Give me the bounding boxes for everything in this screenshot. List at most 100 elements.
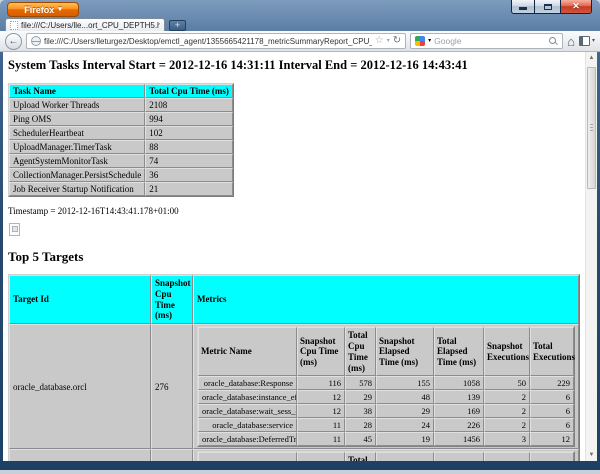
target-row: oracle_database.orcl 276 Metric Name Snapsh… <box>9 324 579 450</box>
metric-cell: 6 <box>530 390 574 405</box>
metrics-column-header: Snapshot Executions <box>484 327 530 377</box>
minimize-button[interactable] <box>511 0 535 14</box>
metric-cell: oracle_database:DeferredTrans <box>198 432 297 447</box>
system-tasks-table: Task Name Total Cpu Time (ms) Upload Work… <box>8 83 234 197</box>
task-cell: UploadManager.TimerTask <box>9 140 146 154</box>
metric-cell: 50 <box>484 376 530 391</box>
chevron-down-icon: ▾ <box>58 6 62 13</box>
url-bar[interactable]: ☆ ▾ ↻ <box>26 33 407 49</box>
top-targets-heading: Top 5 Targets <box>8 249 84 264</box>
metric-row: oracle_database:DeferredTrans11451914563… <box>198 432 574 447</box>
metric-row: oracle_database:wait_sess_cls 12 38 29 169 2 6 <box>198 404 574 419</box>
metrics-column-header: Total Elapsed Time (ms) <box>434 452 484 461</box>
scrollbar-grip-icon <box>590 124 593 131</box>
metrics-column-header: Total Cpu Time (ms) <box>345 327 376 377</box>
firefox-menu-button[interactable]: Firefox ▾ <box>7 2 79 17</box>
metric-row: oracle_database:Response 116 578 155 1058 50 2… <box>198 376 574 391</box>
search-icon[interactable] <box>548 36 558 46</box>
table-row: CollectionManager.PersistSchedule 36 <box>9 168 233 182</box>
bookmarks-panel-button[interactable]: ▾ <box>578 36 595 46</box>
scroll-down-icon[interactable]: ▼ <box>586 452 597 458</box>
task-cell: Job Receiver Startup Notification <box>9 182 146 196</box>
task-cell: 88 <box>145 140 233 154</box>
metric-cell: 12 <box>530 432 574 447</box>
metrics-table: Metric NameSnapshot Cpu Time (ms)Total C… <box>197 326 575 448</box>
metrics-column-header: Snapshot Cpu Time (ms) <box>297 452 345 461</box>
metric-cell: 11 <box>297 418 345 433</box>
site-identity-globe-icon <box>31 36 41 46</box>
system-tasks-heading: System Tasks Interval Start = 2012-12-16… <box>8 58 468 72</box>
broken-image-icon <box>9 223 20 236</box>
task-cell: 2108 <box>145 98 233 112</box>
scroll-up-icon[interactable]: ▲ <box>586 55 597 61</box>
top-targets-table: Target Id Snapshot Cpu Time (ms) Metrics o… <box>8 274 580 461</box>
bookmark-star-icon[interactable]: ☆ <box>375 36 384 46</box>
metric-cell: 578 <box>345 376 376 391</box>
url-dropdown-icon[interactable]: ▾ <box>387 38 390 44</box>
metric-cell: 6 <box>530 404 574 419</box>
task-cell: 102 <box>145 126 233 140</box>
navigation-toolbar: ← ☆ ▾ ↻ ▾ ⌂ ▾ <box>0 31 600 52</box>
scrollbar-thumb[interactable] <box>587 67 596 189</box>
metrics-column-header: Total Cpu Time (ms) <box>345 452 376 461</box>
table-row: Upload Worker Threads 2108 <box>9 98 233 112</box>
metric-cell: 1058 <box>434 376 484 391</box>
metric-row: oracle_database:service 11 28 24 226 2 6 <box>198 418 574 433</box>
target-metrics-cell: Metric NameSnapshot Cpu Time (ms)Total C… <box>193 449 579 461</box>
metrics-column-header: Total Elapsed Time (ms) <box>434 327 484 377</box>
metrics-column-header: Snapshot Executions <box>484 452 530 461</box>
search-bar[interactable]: ▾ <box>410 33 564 49</box>
window-controls: ✕ <box>511 0 592 14</box>
metrics-header-row: Metric NameSnapshot Cpu Time (ms)Total C… <box>198 327 575 377</box>
metric-cell: 169 <box>434 404 484 419</box>
home-button[interactable]: ⌂ <box>567 35 575 48</box>
target-snapshot-cpu-cell: 257 <box>151 449 193 461</box>
task-cell: SchedulerHeartbeat <box>9 126 146 140</box>
minimize-icon <box>519 6 527 10</box>
back-button[interactable]: ← <box>5 32 22 50</box>
metric-cell: 6 <box>530 418 574 433</box>
table-row: SchedulerHeartbeat 102 <box>9 126 233 140</box>
search-input[interactable] <box>434 36 546 46</box>
close-button[interactable]: ✕ <box>560 0 592 14</box>
metric-cell: 226 <box>434 418 484 433</box>
browser-tab[interactable]: file:///C:/Users/lle...ort_CPU_DEPTH5.ht… <box>5 18 165 31</box>
metric-cell: 3 <box>484 432 530 447</box>
task-cell: Upload Worker Threads <box>9 98 146 112</box>
page-favicon-icon <box>10 20 18 30</box>
url-input[interactable] <box>44 36 372 46</box>
metric-cell: oracle_database:Response <box>198 376 297 391</box>
table-row: AgentSystemMonitorTask 74 <box>9 154 233 168</box>
metrics-header-row: Metric NameSnapshot Cpu Time (ms)Total C… <box>198 452 574 461</box>
metric-cell: 45 <box>345 432 376 447</box>
metric-cell: 24 <box>376 418 434 433</box>
metric-cell: 29 <box>376 404 434 419</box>
task-cell: CollectionManager.PersistSchedule <box>9 168 146 182</box>
metric-cell: 155 <box>376 376 434 391</box>
maximize-button[interactable] <box>535 0 560 14</box>
task-cell: Ping OMS <box>9 112 146 126</box>
task-cell: 74 <box>145 154 233 168</box>
table-row: Ping OMS 994 <box>9 112 233 126</box>
metrics-column-header: Snapshot Elapsed Time (ms) <box>376 327 434 377</box>
window-bottom-edge <box>0 470 600 474</box>
search-engine-dropdown-icon[interactable]: ▾ <box>428 38 431 44</box>
metrics-column-header: Metric Name <box>198 452 297 461</box>
metrics-column-header: Total Executions <box>530 327 575 377</box>
metrics-column-header: Snapshot Cpu Time (ms) <box>297 327 345 377</box>
target-id-cell: oracle_emd.oel.localdomain:3872 <box>9 449 151 461</box>
reload-icon[interactable]: ↻ <box>393 36 401 46</box>
metrics-column-header: Metric Name <box>198 327 297 377</box>
metric-cell: 229 <box>530 376 574 391</box>
metrics-column-header: Total Executions <box>530 452 574 461</box>
google-logo-icon[interactable] <box>415 36 426 46</box>
bookmarks-panel-icon <box>578 36 590 46</box>
metric-cell: 2 <box>484 418 530 433</box>
metric-cell: 2 <box>484 404 530 419</box>
new-tab-button[interactable]: + <box>169 20 186 31</box>
metric-cell: oracle_database:service <box>198 418 297 433</box>
target-snapshot-cpu-cell: 276 <box>151 324 193 450</box>
targets-table-body: oracle_database.orcl 276 Metric Name Snapsh… <box>9 324 579 461</box>
target-row: oracle_emd.oel.localdomain:3872257 Metric… <box>9 449 579 461</box>
vertical-scrollbar[interactable]: ▲ ▼ <box>585 52 597 461</box>
